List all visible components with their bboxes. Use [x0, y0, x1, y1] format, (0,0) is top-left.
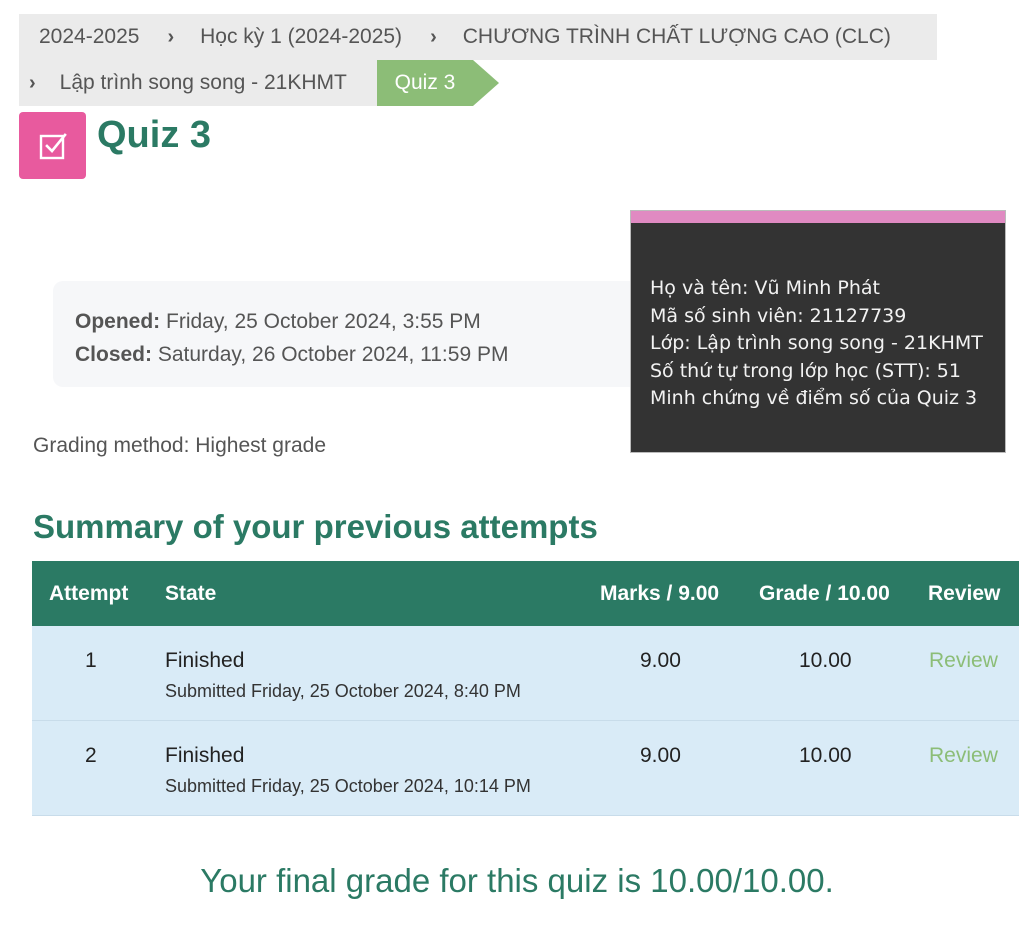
- header-marks: Marks / 9.00: [600, 582, 720, 605]
- opened-row: Opened: Friday, 25 October 2024, 3:55 PM: [75, 305, 653, 338]
- breadcrumb-item-current: Quiz 3: [377, 60, 473, 106]
- quiz-dates: Opened: Friday, 25 October 2024, 3:55 PM…: [53, 281, 653, 387]
- attempt-submitted: Submitted Friday, 25 October 2024, 10:14…: [165, 776, 531, 796]
- attempt-number: 2: [85, 744, 97, 767]
- breadcrumb-item-program[interactable]: CHƯƠNG TRÌNH CHẤT LƯỢNG CAO (CLC): [463, 25, 891, 49]
- breadcrumb-item-course[interactable]: Lập trình song song - 21KHMT: [60, 71, 347, 95]
- opened-value: Friday, 25 October 2024, 3:55 PM: [166, 310, 481, 333]
- attempt-marks: 9.00: [640, 744, 681, 767]
- summary-heading: Summary of your previous attempts: [33, 508, 598, 545]
- review-link[interactable]: Review: [929, 649, 998, 673]
- breadcrumb-row: › Lập trình song song - 21KHMT: [19, 60, 377, 106]
- note-line: Mã số sinh viên: 21127739: [650, 304, 907, 327]
- note-line: Minh chứng về điểm số của Quiz 3: [650, 387, 978, 409]
- attempt-number: 1: [85, 649, 97, 672]
- chevron-right-icon: ›: [430, 25, 437, 48]
- attempt-submitted: Submitted Friday, 25 October 2024, 8:40 …: [165, 681, 521, 701]
- note-line: Lớp: Lập trình song song - 21KHMT: [650, 332, 983, 354]
- table-row: 1 Finished Submitted Friday, 25 October …: [32, 626, 1019, 721]
- breadcrumb-row: 2024-2025 › Học kỳ 1 (2024-2025) › CHƯƠN…: [19, 14, 937, 60]
- attempt-grade: 10.00: [799, 649, 852, 672]
- chevron-right-icon: ›: [167, 25, 175, 48]
- note-line: Số thứ tự trong lớp học (STT): 51: [650, 359, 961, 382]
- header-review: Review: [928, 582, 1001, 605]
- note-line: Họ và tên: Vũ Minh Phát: [650, 277, 880, 299]
- note-text: Họ và tên: Vũ Minh Phát Mã số sinh viên:…: [650, 275, 983, 413]
- attempt-marks: 9.00: [640, 649, 681, 672]
- grading-method: Grading method: Highest grade: [33, 434, 327, 457]
- table-header: Attempt State Marks / 9.00 Grade / 10.00…: [32, 561, 1019, 626]
- closed-label: Closed:: [75, 343, 153, 366]
- opened-label: Opened:: [75, 310, 161, 333]
- attempt-state: Finished: [165, 744, 245, 767]
- note-accent-bar: [631, 211, 1005, 223]
- attempt-state: Finished: [165, 649, 245, 672]
- chevron-right-icon: ›: [29, 71, 36, 94]
- header-attempt: Attempt: [49, 582, 129, 605]
- review-link[interactable]: Review: [929, 744, 998, 768]
- closed-row: Closed: Saturday, 26 October 2024, 11:59…: [75, 338, 653, 371]
- breadcrumb-item-semester[interactable]: Học kỳ 1 (2024-2025): [200, 25, 402, 49]
- breadcrumb-item-year[interactable]: 2024-2025: [39, 25, 139, 49]
- table-row: 2 Finished Submitted Friday, 25 October …: [32, 721, 1019, 816]
- breadcrumb-arrow: [473, 60, 499, 106]
- header-state: State: [165, 582, 217, 605]
- student-info-note: Họ và tên: Vũ Minh Phát Mã số sinh viên:…: [630, 210, 1006, 453]
- header-grade: Grade / 10.00: [759, 582, 890, 605]
- quiz-checkbox-icon: [19, 112, 86, 179]
- attempt-grade: 10.00: [799, 744, 852, 767]
- attempts-table: Attempt State Marks / 9.00 Grade / 10.00…: [32, 561, 1019, 816]
- final-grade: Your final grade for this quiz is 10.00/…: [200, 862, 834, 899]
- page-title: Quiz 3: [97, 114, 212, 156]
- closed-value: Saturday, 26 October 2024, 11:59 PM: [157, 343, 509, 366]
